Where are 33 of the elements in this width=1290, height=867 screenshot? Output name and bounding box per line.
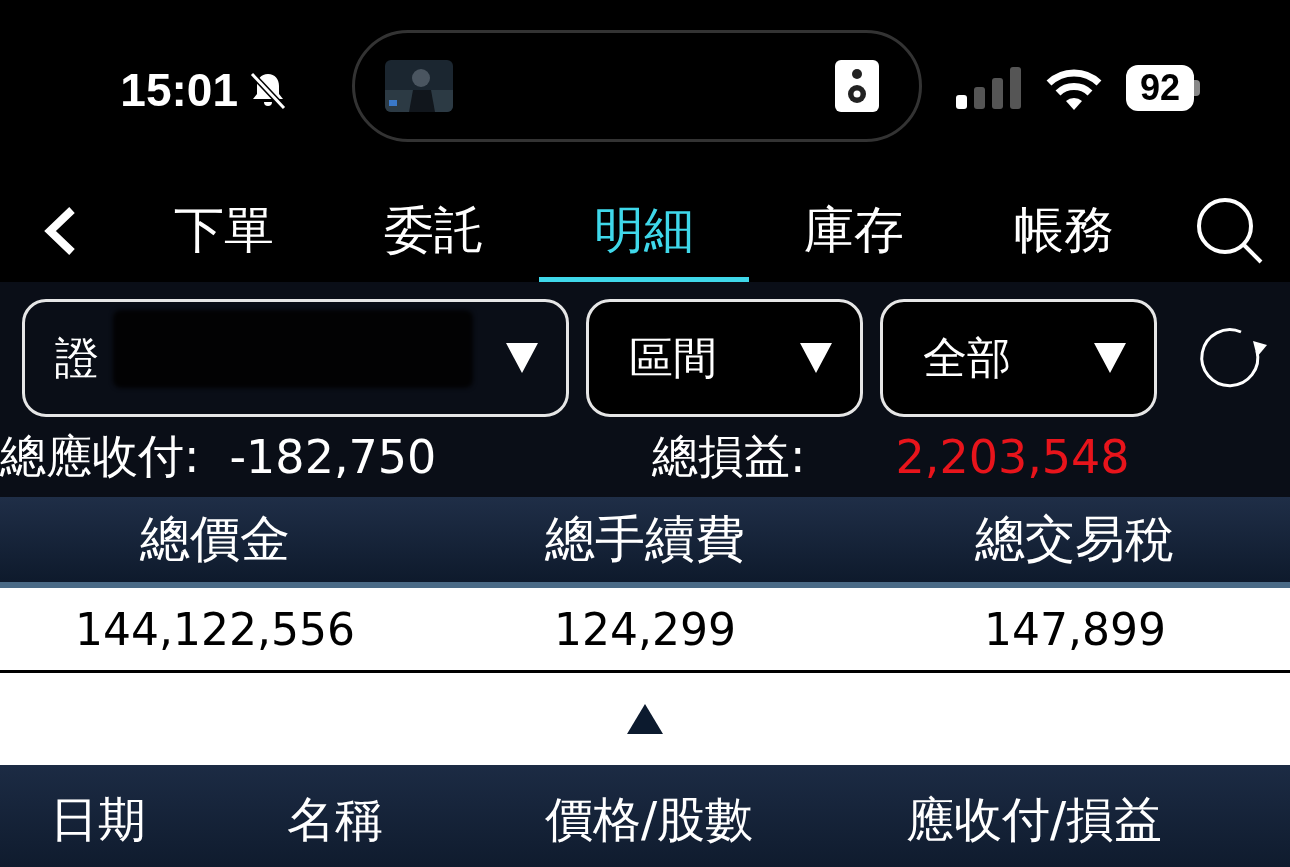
summary-label: 總損益: bbox=[652, 428, 806, 485]
signal-icon bbox=[956, 67, 1022, 109]
table-cell-text: 147,899 bbox=[983, 603, 1167, 655]
column-header: 總手續費 bbox=[544, 509, 746, 570]
filter-dropdown[interactable]: 區間 bbox=[586, 299, 863, 417]
column-header: 日期 bbox=[49, 790, 147, 849]
triangle-up-icon bbox=[625, 702, 665, 736]
caret-icon bbox=[506, 343, 538, 373]
summary-label: 總應收付: bbox=[0, 428, 200, 485]
search-icon bbox=[1194, 196, 1265, 266]
caret-icon bbox=[1094, 343, 1126, 373]
expand-button[interactable] bbox=[625, 702, 665, 736]
account-dropdown[interactable]: 證 bbox=[22, 299, 569, 417]
battery-tip bbox=[1194, 80, 1201, 96]
table-cell-text: 124,299 bbox=[553, 603, 737, 655]
filter-dropdown[interactable]: 全部 bbox=[880, 299, 1157, 417]
speaker-icon bbox=[835, 60, 879, 112]
column-header: 總交易稅 bbox=[974, 509, 1176, 570]
tab[interactable]: 下單 bbox=[119, 180, 329, 282]
tab[interactable]: 委託 bbox=[329, 180, 539, 282]
clock-time: 15:01 bbox=[120, 63, 238, 117]
battery-indicator: 92 bbox=[1126, 65, 1195, 111]
table-cell-text: 144,122,556 bbox=[74, 603, 356, 655]
summary-value: 2,203,548 bbox=[895, 430, 1130, 484]
column-header: 名稱 bbox=[286, 790, 384, 849]
tab[interactable]: 庫存 bbox=[749, 180, 959, 282]
tab[interactable]: 帳務 bbox=[959, 180, 1169, 282]
caret-icon bbox=[800, 343, 832, 373]
column-header: 總價金 bbox=[139, 509, 291, 570]
column-header: 應收付/損益 bbox=[904, 790, 1164, 849]
wifi-icon bbox=[1044, 66, 1104, 110]
summary-value: -182,750 bbox=[229, 430, 437, 484]
column-header: 價格/股數 bbox=[543, 790, 755, 849]
